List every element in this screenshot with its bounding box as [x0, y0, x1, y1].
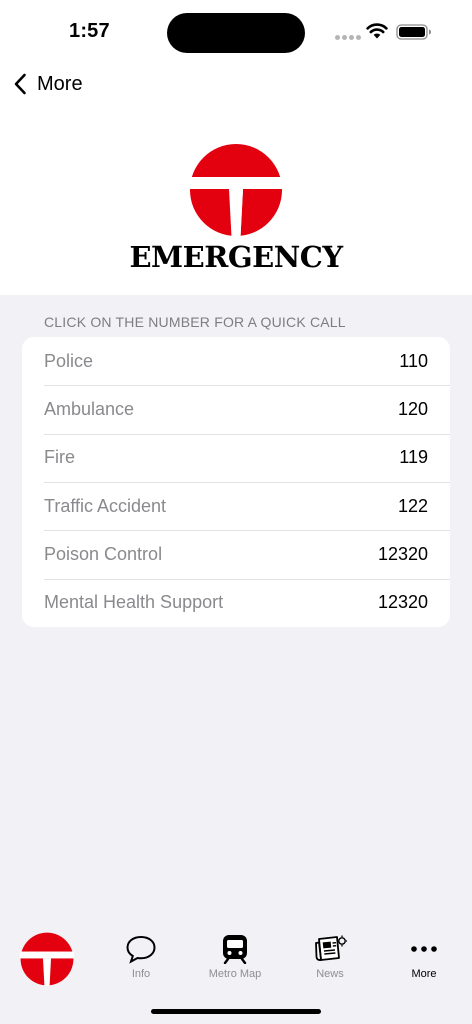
- contact-number[interactable]: 110: [399, 351, 428, 372]
- contact-label: Ambulance: [44, 398, 135, 419]
- tab-info[interactable]: Info: [94, 934, 188, 994]
- back-button[interactable]: More: [12, 68, 83, 100]
- tram-icon: [223, 935, 247, 964]
- newspaper-icon: [315, 935, 347, 961]
- tab-label: Info: [131, 968, 151, 980]
- contact-row-ambulance[interactable]: Ambulance 120: [22, 385, 450, 433]
- cellular-signal-icon: [335, 35, 361, 40]
- dynamic-island: [167, 13, 305, 53]
- contact-label: Police: [44, 350, 94, 371]
- emergency-contacts-list: Police 110 Ambulance 120 Fire 119 Traffi…: [22, 337, 450, 627]
- page-title: EMERGENCY: [129, 240, 343, 274]
- home-indicator: [151, 1009, 321, 1014]
- contact-number[interactable]: 119: [399, 447, 428, 468]
- back-button-label: More: [37, 72, 83, 95]
- contact-number[interactable]: 12320: [378, 592, 428, 613]
- chat-bubble-icon: [126, 935, 156, 964]
- contact-label: Fire: [44, 447, 75, 468]
- battery-icon: [396, 24, 431, 40]
- contact-row-mental-health-support[interactable]: Mental Health Support 12320: [22, 578, 450, 627]
- tab-home[interactable]: [0, 932, 94, 992]
- contact-label: Poison Control: [44, 543, 163, 564]
- contact-number[interactable]: 12320: [378, 544, 428, 565]
- contact-row-fire[interactable]: Fire 119: [22, 433, 450, 482]
- contact-number[interactable]: 122: [398, 496, 428, 517]
- emergency-logo-icon: [189, 144, 283, 237]
- tab-news[interactable]: News: [283, 934, 377, 994]
- contact-label: Traffic Accident: [44, 495, 167, 516]
- status-bar: 1:57: [0, 0, 472, 64]
- tab-metro-map[interactable]: Metro Map: [188, 934, 282, 994]
- contact-label: Mental Health Support: [44, 592, 224, 613]
- ellipsis-icon: [411, 946, 437, 952]
- tab-more[interactable]: More: [377, 934, 471, 994]
- status-time: 1:57: [69, 20, 110, 42]
- section-header: CLICK ON THE NUMBER FOR A QUICK CALL: [44, 314, 346, 330]
- tab-label: More: [411, 968, 437, 980]
- tab-label: News: [316, 968, 344, 980]
- contact-row-police[interactable]: Police 110: [22, 337, 450, 385]
- contact-row-traffic-accident[interactable]: Traffic Accident 122: [22, 481, 450, 530]
- contact-row-poison-control[interactable]: Poison Control 12320: [22, 530, 450, 578]
- contact-number[interactable]: 120: [398, 399, 428, 420]
- wifi-icon: [366, 23, 388, 39]
- tab-label: Metro Map: [208, 968, 262, 980]
- logo-icon: [20, 932, 74, 986]
- chevron-left-icon: [14, 73, 26, 95]
